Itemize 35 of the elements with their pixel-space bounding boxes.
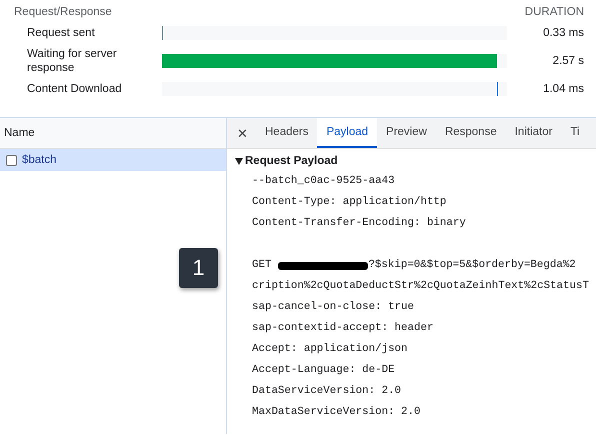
tab[interactable]: Response [436, 118, 506, 148]
close-button[interactable]: ✕ [229, 118, 256, 148]
timing-label: Request sent [26, 26, 96, 40]
payload-line: Content-Type: application/http [252, 195, 446, 210]
payload-line: MaxDataServiceVersion: 2.0 [252, 405, 420, 420]
duration-value: 1.04 ms [542, 83, 584, 95]
payload-line: Content-Transfer-Encoding: binary [252, 216, 466, 231]
tab[interactable]: Preview [377, 118, 436, 148]
section-heading: Request Payload [245, 155, 338, 167]
payload-line: sap-cancel-on-close: true [252, 300, 414, 315]
step-badge: 1 [179, 248, 218, 288]
timing-label: Waiting for server response [26, 47, 118, 75]
payload-line: Accept: application/json [252, 342, 408, 357]
caret-icon[interactable] [235, 158, 243, 164]
tab[interactable]: Headers [256, 118, 318, 148]
payload-line: sap-contextid-accept: header [252, 321, 434, 336]
timing-tick [496, 82, 498, 96]
payload-line: Accept-Language: de-DE [252, 363, 395, 378]
tab[interactable]: Initiator [506, 118, 562, 148]
tab[interactable]: Ti [561, 118, 589, 148]
duration-value: 2.57 s [552, 55, 584, 67]
column-heading: DURATION [524, 6, 584, 18]
duration-value: 0.33 ms [542, 27, 584, 39]
payload-line: --batch_c0ac-9525-aa43 [252, 174, 395, 189]
request-row[interactable]: $batch [0, 149, 226, 171]
payload-line: cription%2cQuotaDeductStr%2cQuotaZeinhText%2cStatusT [252, 279, 589, 294]
column-heading: Name [4, 127, 35, 139]
payload-line: DataServiceVersion: 2.0 [252, 384, 402, 399]
tab[interactable]: Payload [317, 118, 378, 148]
section-heading: Request/Response [14, 6, 112, 18]
payload-line: GET [252, 258, 272, 273]
timing-label: Content Download [26, 82, 123, 96]
payload-line: ?$skip=0&$top=5&$orderby=Begda%2 [368, 258, 576, 273]
checkbox[interactable] [6, 154, 17, 166]
timing-tick [162, 26, 163, 40]
